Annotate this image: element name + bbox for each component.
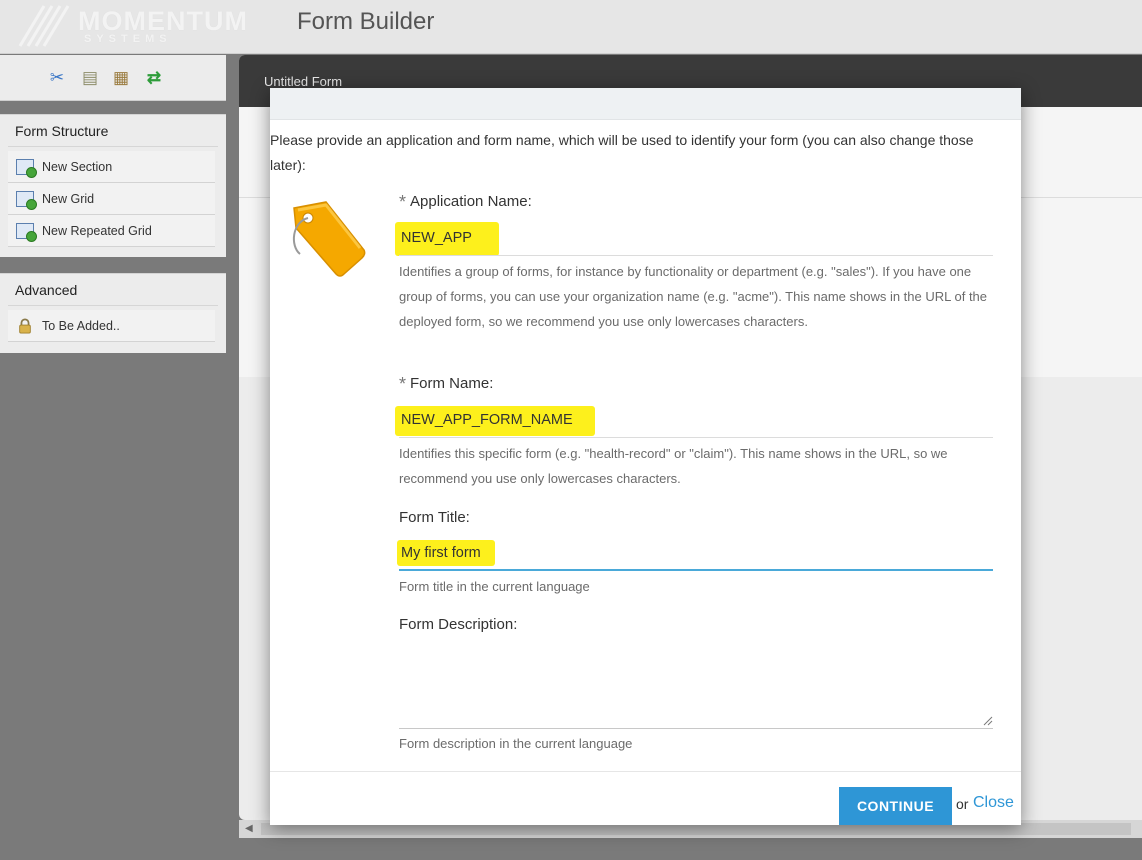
advanced-panel: Advanced To Be Added.. bbox=[0, 273, 226, 353]
or-text: or bbox=[956, 796, 969, 812]
sidebar: ✂ ▤ ▦ ⇄ Form Structure New Section New G… bbox=[0, 55, 226, 860]
form-description-field-wrap bbox=[399, 643, 993, 729]
page-title: Form Builder bbox=[297, 8, 435, 35]
copy-icon[interactable]: ▤ bbox=[79, 67, 101, 89]
resize-grip-icon[interactable] bbox=[983, 716, 993, 726]
cut-icon[interactable]: ✂ bbox=[46, 67, 68, 89]
form-name-help: Identifies this specific form (e.g. "hea… bbox=[399, 446, 948, 486]
sidebar-item-label: To Be Added.. bbox=[42, 319, 120, 333]
form-description-textarea[interactable] bbox=[399, 643, 993, 728]
sidebar-item-new-repeated-grid[interactable]: New Repeated Grid bbox=[8, 215, 215, 247]
new-form-dialog: Please provide an application and form n… bbox=[270, 88, 1021, 825]
new-grid-icon bbox=[16, 191, 37, 210]
dialog-intro-text: Please provide an application and form n… bbox=[270, 132, 974, 173]
application-name-label: * Application Name: bbox=[399, 192, 532, 213]
form-title-help: Form title in the current language bbox=[399, 579, 590, 594]
application-name-label-text: Application Name: bbox=[410, 193, 532, 210]
close-link[interactable]: Close bbox=[973, 794, 1014, 812]
paste-icon[interactable]: ▦ bbox=[110, 67, 132, 89]
form-tab-title[interactable]: Untitled Form bbox=[264, 74, 342, 89]
new-section-icon bbox=[16, 159, 37, 178]
advanced-title: Advanced bbox=[15, 282, 78, 298]
form-description-label: Form Description: bbox=[399, 616, 518, 633]
dialog-footer: CONTINUE or Close bbox=[270, 771, 1021, 825]
lock-icon bbox=[19, 318, 31, 334]
application-name-help: Identifies a group of forms, for instanc… bbox=[399, 264, 988, 329]
form-structure-title: Form Structure bbox=[15, 123, 109, 139]
new-repeated-grid-icon bbox=[16, 223, 37, 242]
sidebar-item-label: New Section bbox=[42, 160, 113, 174]
scroll-left-icon[interactable]: ◀ bbox=[245, 823, 253, 834]
dialog-header bbox=[270, 88, 1021, 120]
form-title-input[interactable] bbox=[399, 537, 993, 569]
continue-button[interactable]: CONTINUE bbox=[839, 787, 952, 825]
logo-mark-icon bbox=[18, 5, 70, 47]
tag-icon bbox=[292, 201, 366, 277]
refresh-icon[interactable]: ⇄ bbox=[143, 67, 165, 89]
form-title-label: Form Title: bbox=[399, 509, 470, 526]
form-title-field-wrap bbox=[399, 537, 993, 571]
app-header: MOMENTUM SYSTEMS Form Builder bbox=[0, 0, 1142, 54]
form-name-label: * Form Name: bbox=[399, 374, 493, 395]
sidebar-item-new-grid[interactable]: New Grid bbox=[8, 183, 215, 215]
form-name-input[interactable] bbox=[399, 404, 993, 436]
sidebar-item-new-section[interactable]: New Section bbox=[8, 151, 215, 183]
divider bbox=[8, 305, 218, 306]
form-description-help: Form description in the current language bbox=[399, 736, 633, 751]
form-name-label-text: Form Name: bbox=[410, 375, 494, 392]
application-name-input[interactable] bbox=[399, 222, 993, 254]
sidebar-item-label: New Grid bbox=[42, 192, 95, 206]
form-name-field-wrap bbox=[399, 404, 993, 438]
application-name-field-wrap bbox=[399, 222, 993, 256]
sidebar-item-label: New Repeated Grid bbox=[42, 224, 152, 238]
edit-toolbar: ✂ ▤ ▦ ⇄ bbox=[0, 55, 226, 101]
sidebar-item-to-be-added[interactable]: To Be Added.. bbox=[8, 310, 215, 342]
divider bbox=[8, 146, 218, 147]
logo-sub-text: SYSTEMS bbox=[84, 33, 172, 45]
form-structure-panel: Form Structure New Section New Grid New … bbox=[0, 114, 226, 257]
required-mark: * bbox=[399, 192, 407, 212]
logo: MOMENTUM SYSTEMS bbox=[14, 2, 264, 50]
required-mark: * bbox=[399, 374, 407, 394]
